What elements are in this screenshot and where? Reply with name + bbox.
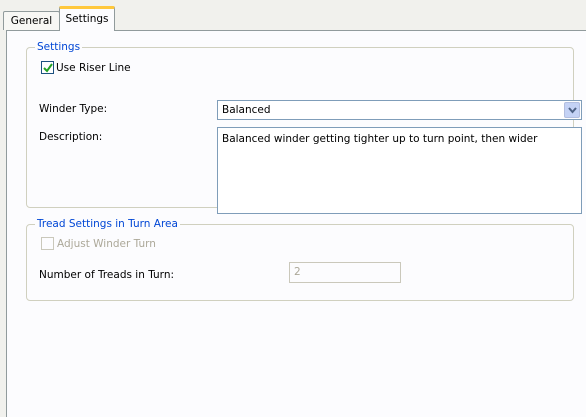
- chevron-down-icon: [568, 107, 577, 114]
- winder-type-value: Balanced: [222, 104, 271, 116]
- use-riser-line-label[interactable]: Use Riser Line: [56, 61, 131, 75]
- winder-type-dropdown-button[interactable]: [564, 102, 580, 118]
- use-riser-line-checkbox[interactable]: [41, 61, 54, 74]
- description-label: Description:: [39, 131, 103, 143]
- tab-settings[interactable]: Settings: [59, 6, 115, 31]
- number-of-treads-field[interactable]: 2: [289, 262, 401, 283]
- description-value: Balanced winder getting tighter up to tu…: [222, 133, 538, 145]
- tab-strip: General Settings: [0, 0, 586, 31]
- settings-panel: Settings Use Riser Line Winder Type: Bal…: [6, 30, 586, 417]
- winder-type-label: Winder Type:: [39, 103, 108, 115]
- adjust-winder-turn-label: Adjust Winder Turn: [57, 238, 156, 250]
- tread-settings-group-legend: Tread Settings in Turn Area: [35, 217, 180, 231]
- settings-group-legend: Settings: [35, 40, 83, 54]
- settings-group: Settings Use Riser Line Winder Type: Bal…: [26, 40, 582, 214]
- number-of-treads-label: Number of Treads in Turn:: [39, 269, 175, 281]
- checkmark-icon: [43, 63, 53, 73]
- adjust-winder-turn-checkbox[interactable]: [41, 237, 54, 250]
- winder-type-select[interactable]: Balanced: [217, 100, 582, 120]
- description-textarea[interactable]: Balanced winder getting tighter up to tu…: [217, 127, 582, 214]
- tab-general[interactable]: General: [3, 11, 60, 30]
